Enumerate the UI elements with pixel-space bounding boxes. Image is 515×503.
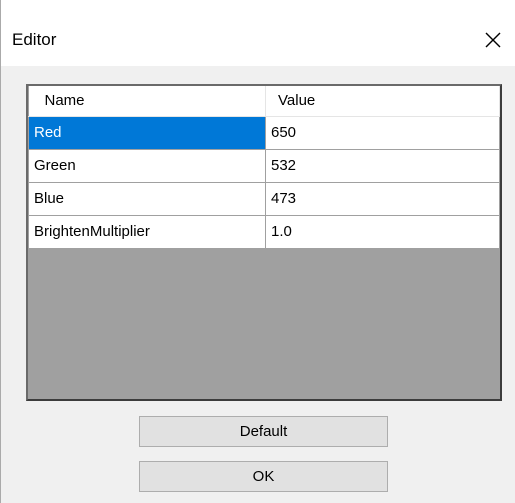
default-button[interactable]: Default bbox=[139, 416, 388, 447]
header-row: Name Value bbox=[28, 86, 500, 117]
column-header-name[interactable]: Name bbox=[28, 86, 266, 117]
row-value-cell[interactable]: 650 bbox=[265, 115, 500, 150]
table-row[interactable]: BrightenMultiplier 1.0 bbox=[28, 214, 500, 249]
ok-button[interactable]: OK bbox=[139, 461, 388, 492]
table-row[interactable]: Green 532 bbox=[28, 148, 500, 183]
row-value-cell[interactable]: 473 bbox=[265, 181, 500, 216]
row-name-cell[interactable]: Red bbox=[28, 115, 266, 150]
row-value-cell[interactable]: 532 bbox=[265, 148, 500, 183]
row-name-cell[interactable]: Green bbox=[28, 148, 266, 183]
table-row[interactable]: Red 650 bbox=[28, 115, 500, 150]
property-table: Name Value Red 650 Green 532 Blue 473 Br… bbox=[28, 86, 500, 249]
editor-window: Editor Name Value Red 650 Green 532 Blue… bbox=[0, 0, 515, 503]
title-bar[interactable]: Editor bbox=[1, 0, 515, 66]
row-value-cell[interactable]: 1.0 bbox=[265, 214, 500, 249]
row-name-cell[interactable]: BrightenMultiplier bbox=[28, 214, 266, 249]
property-grid[interactable]: Name Value Red 650 Green 532 Blue 473 Br… bbox=[26, 84, 502, 401]
table-row[interactable]: Blue 473 bbox=[28, 181, 500, 216]
row-name-cell[interactable]: Blue bbox=[28, 181, 266, 216]
close-button[interactable] bbox=[477, 24, 509, 56]
close-icon bbox=[485, 32, 501, 48]
window-title: Editor bbox=[12, 30, 57, 49]
column-header-value[interactable]: Value bbox=[265, 86, 500, 117]
